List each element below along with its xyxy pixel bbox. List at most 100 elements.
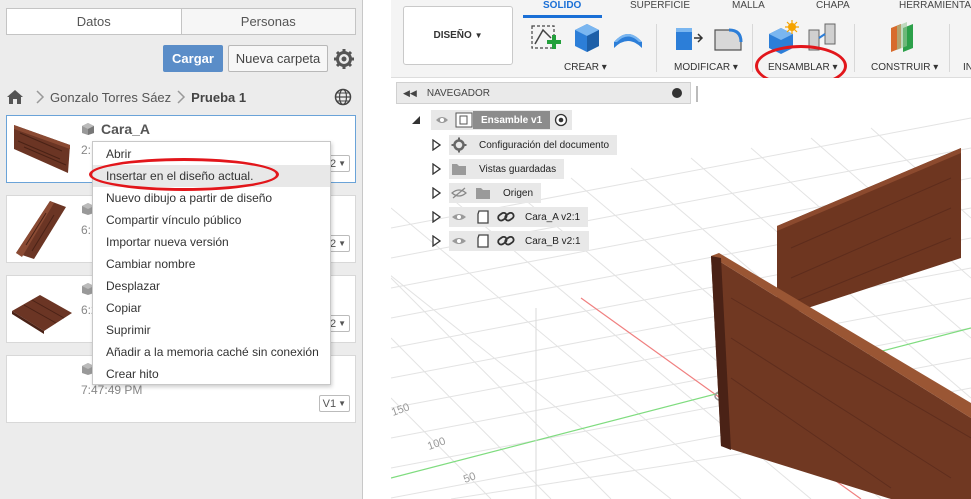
collapse-triangle-icon[interactable] xyxy=(411,114,421,126)
divider xyxy=(854,24,855,72)
tab-herramienta[interactable]: HERRAMIENTA xyxy=(899,0,971,11)
browser-item-config[interactable]: Configuración del documento xyxy=(431,134,618,156)
breadcrumb: Gonzalo Torres Sáez Prueba 1 xyxy=(6,87,246,107)
workspace-label: DISEÑO xyxy=(433,30,472,41)
canvas-viewport[interactable]: 150 100 50 ◀◀ NAVEGADOR Ensamble v1 Conf… xyxy=(391,78,971,499)
group-inspeccionar[interactable]: IN xyxy=(963,62,971,73)
upload-button[interactable]: Cargar xyxy=(163,45,223,72)
breadcrumb-folder: Prueba 1 xyxy=(191,89,247,105)
expand-triangle-icon[interactable] xyxy=(431,139,441,151)
menu-item-delete[interactable]: Suprimir xyxy=(93,319,330,341)
file-thumbnail xyxy=(12,295,72,334)
data-panel-tabs: Datos Personas xyxy=(6,8,356,35)
globe-icon[interactable] xyxy=(334,88,352,106)
component-icon xyxy=(477,234,489,248)
menu-item-copy[interactable]: Copiar xyxy=(93,297,330,319)
divider xyxy=(949,24,950,72)
fillet-icon[interactable] xyxy=(711,20,745,54)
browser-item-origin[interactable]: Origen xyxy=(431,182,542,204)
dropdown-arrow-icon: ▼ xyxy=(338,159,346,168)
link-icon xyxy=(497,211,515,222)
eye-hidden-icon[interactable] xyxy=(451,186,467,200)
browser-item-saved-views[interactable]: Vistas guardadas xyxy=(431,158,565,180)
axis-label-100: 100 xyxy=(426,435,447,453)
menu-item-create-milestone[interactable]: Crear hito xyxy=(93,363,330,385)
resize-handle[interactable] xyxy=(696,86,698,102)
tab-personas[interactable]: Personas xyxy=(180,9,356,34)
eye-icon[interactable] xyxy=(451,210,467,224)
item-body: Configuración del documento xyxy=(449,135,618,155)
divider xyxy=(752,24,753,72)
eye-icon[interactable] xyxy=(451,234,467,248)
workspace-switcher[interactable]: DISEÑO ▼ xyxy=(403,6,513,65)
design-cube-icon xyxy=(82,123,94,135)
activate-radio-icon[interactable] xyxy=(554,113,568,127)
tab-solido[interactable]: SÓLIDO xyxy=(543,0,581,11)
new-folder-button[interactable]: Nueva carpeta xyxy=(228,45,328,72)
offset-plane-icon[interactable] xyxy=(887,20,921,54)
menu-item-insert-into-current-design[interactable]: Insertar en el diseño actual. xyxy=(93,165,330,187)
browser-root-row[interactable]: Ensamble v1 xyxy=(411,109,573,131)
menu-item-rename[interactable]: Cambiar nombre xyxy=(93,253,330,275)
breadcrumb-project[interactable]: Gonzalo Torres Sáez xyxy=(50,90,171,105)
menu-item-open[interactable]: Abrir xyxy=(93,143,330,165)
minimize-icon[interactable] xyxy=(672,88,682,98)
press-pull-icon[interactable] xyxy=(670,20,704,54)
item-label: Cara_B v2:1 xyxy=(525,235,581,247)
item-label: Cara_A v2:1 xyxy=(525,211,581,223)
data-panel: Datos Personas Cargar Nueva carpeta Gonz… xyxy=(0,0,363,499)
cara-b-panel[interactable] xyxy=(777,148,961,318)
tab-datos[interactable]: Datos xyxy=(7,9,181,34)
expand-triangle-icon[interactable] xyxy=(431,163,441,175)
menu-item-move[interactable]: Desplazar xyxy=(93,275,330,297)
browser-item-cara-b[interactable]: Cara_B v2:1 xyxy=(431,230,589,252)
revolve-icon[interactable] xyxy=(611,20,645,54)
dropdown-arrow-icon: ▼ xyxy=(338,239,346,248)
menu-item-share-public-link[interactable]: Compartir vínculo público xyxy=(93,209,330,231)
group-label: ENSAMBLAR xyxy=(768,62,830,73)
new-component-icon[interactable] xyxy=(765,20,799,54)
tab-chapa[interactable]: CHAPA xyxy=(816,0,850,11)
design-workspace: DISEÑO ▼ SÓLIDO SUPERFICIE MALLA CHAPA H… xyxy=(391,0,971,499)
navigator-header[interactable]: ◀◀ NAVEGADOR xyxy=(396,82,698,104)
item-body: Vistas guardadas xyxy=(449,159,565,179)
file-time: 7:47:49 PM xyxy=(81,383,143,397)
item-label: Origen xyxy=(503,187,534,199)
home-icon[interactable] xyxy=(6,89,24,105)
divider xyxy=(656,24,657,72)
item-body: Cara_B v2:1 xyxy=(449,231,589,251)
item-label: Vistas guardadas xyxy=(479,163,557,175)
expand-triangle-icon[interactable] xyxy=(431,235,441,247)
settings-gear-icon[interactable] xyxy=(333,48,355,70)
joint-icon[interactable] xyxy=(805,20,839,54)
group-ensamblar[interactable]: ENSAMBLAR ▾ xyxy=(768,62,838,73)
navigator-title: NAVEGADOR xyxy=(426,87,491,99)
chevron-right-icon xyxy=(177,90,186,104)
tab-malla[interactable]: MALLA xyxy=(732,0,765,11)
group-label: CREAR xyxy=(564,62,600,73)
group-crear[interactable]: CREAR ▾ xyxy=(564,62,607,73)
tab-superficie[interactable]: SUPERFICIE xyxy=(630,0,690,11)
group-construir[interactable]: CONSTRUIR ▾ xyxy=(871,62,938,73)
collapse-arrows-icon[interactable]: ◀◀ xyxy=(403,88,417,99)
gear-icon xyxy=(451,137,467,153)
version-dropdown[interactable]: V1 ▼ xyxy=(318,395,350,412)
extrude-icon[interactable] xyxy=(569,20,603,54)
file-time: 2: xyxy=(81,143,92,157)
menu-item-import-new-version[interactable]: Importar nueva versión xyxy=(93,231,330,253)
group-label: MODIFICAR xyxy=(674,62,731,73)
eye-icon[interactable] xyxy=(435,113,449,127)
browser-item-cara-a[interactable]: Cara_A v2:1 xyxy=(431,206,589,228)
expand-triangle-icon[interactable] xyxy=(431,187,441,199)
menu-item-new-drawing[interactable]: Nuevo dibujo a partir de diseño xyxy=(93,187,330,209)
root-item: Ensamble v1 xyxy=(431,110,573,130)
file-thumbnail xyxy=(16,201,66,259)
root-label[interactable]: Ensamble v1 xyxy=(473,111,551,129)
group-modificar[interactable]: MODIFICAR ▾ xyxy=(674,62,738,73)
chevron-right-icon xyxy=(36,90,45,104)
file-thumbnail xyxy=(14,125,70,173)
create-sketch-icon[interactable] xyxy=(529,20,563,54)
menu-item-offline-cache[interactable]: Añadir a la memoria caché sin conexión xyxy=(93,341,330,363)
expand-triangle-icon[interactable] xyxy=(431,211,441,223)
file-name[interactable]: Cara_A xyxy=(101,121,150,137)
